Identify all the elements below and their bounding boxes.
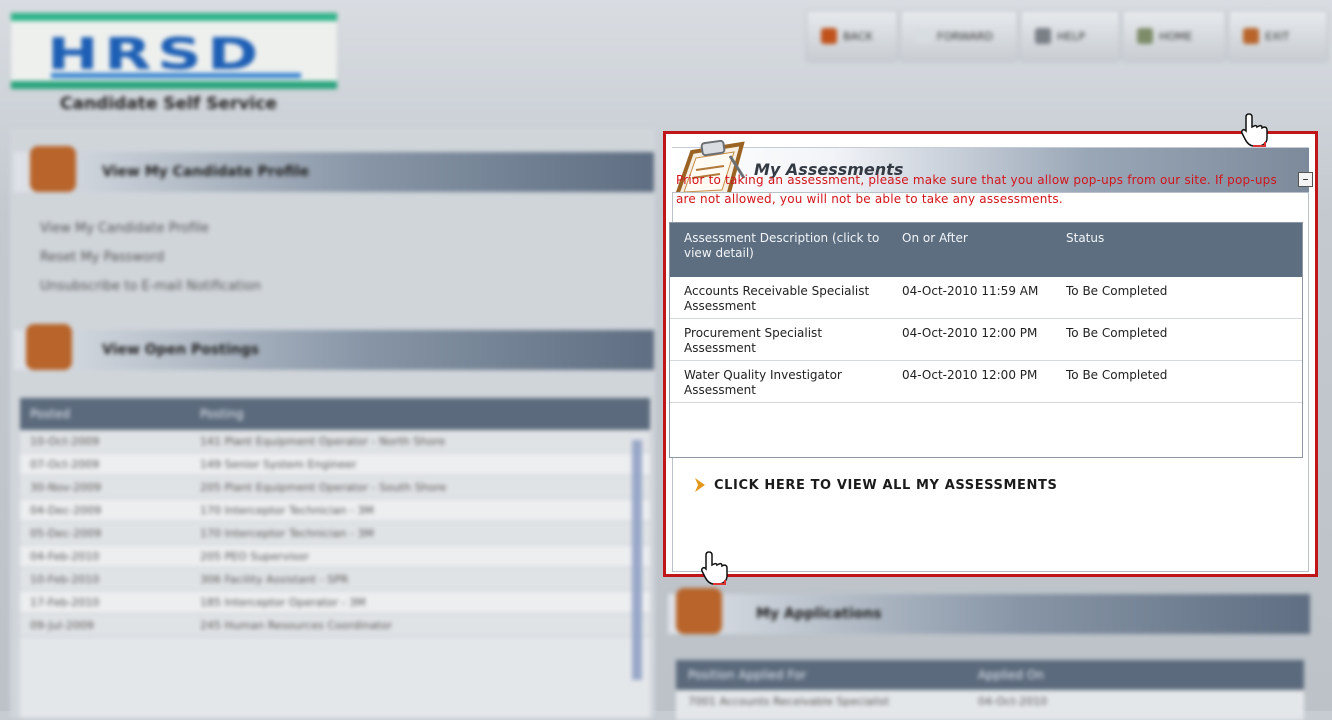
help-button[interactable]: HELP [1020,10,1120,62]
applications-row-position: 7001 Accounts Receivable Specialist [688,694,890,708]
postings-table: Posted Posting 10-Oct-2009 141 Plant Equi… [20,398,650,718]
applications-row[interactable]: 7001 Accounts Receivable Specialist 04-O… [676,690,1304,712]
posting-date: 17-Feb-2010 [30,595,100,609]
profile-section-header[interactable]: View My Candidate Profile [14,152,654,192]
applications-table-header: Position Applied For Applied On [676,660,1304,690]
exit-button-label: EXIT [1265,29,1290,43]
posting-date: 09-Jul-2009 [30,618,94,632]
postings-section-header[interactable]: View Open Postings [14,330,654,370]
assessment-status: To Be Completed [1052,277,1302,319]
assessments-table: Assessment Description (click to view de… [669,222,1303,458]
assessment-date: 04-Oct-2010 12:00 PM [894,360,1052,403]
back-arrow-icon [821,28,837,44]
posting-row[interactable]: 10-Oct-2009 141 Plant Equipment Operator … [20,430,650,453]
posting-row[interactable]: 04-Dec-2009 170 Interceptor Technician - … [20,499,650,522]
back-button-label: BACK [843,29,873,43]
exit-icon [1243,28,1259,44]
applications-col-position: Position Applied For [688,668,807,682]
back-button[interactable]: BACK [806,10,898,62]
toolbar: BACK FORWARD HELP HOME EXIT [798,10,1332,66]
postings-section-title: View Open Postings [102,342,259,358]
home-icon [1137,28,1153,44]
posting-title[interactable]: 141 Plant Equipment Operator - North Sho… [200,435,445,448]
logo-top-stripe [11,13,337,21]
postings-table-header: Posted Posting [20,398,650,430]
chevron-right-icon [695,478,705,492]
view-all-assessments-link[interactable]: CLICK HERE TO VIEW ALL MY ASSESSMENTS [694,477,1057,493]
posting-date: 10-Oct-2009 [30,434,100,448]
assessment-row[interactable]: Accounts Receivable Specialist Assessmen… [670,277,1302,319]
assessment-description[interactable]: Accounts Receivable Specialist Assessmen… [670,277,894,319]
help-button-label: HELP [1057,29,1085,43]
unsubscribe-link[interactable]: Unsubscribe to E-mail Notification [40,279,261,294]
assessment-date: 04-Oct-2010 11:59 AM [894,277,1052,319]
profile-section-title: View My Candidate Profile [102,164,310,180]
forward-button[interactable]: FORWARD [900,10,1018,62]
posting-date: 30-Nov-2009 [30,480,102,494]
assessment-status: To Be Completed [1052,360,1302,403]
posting-date: 05-Dec-2009 [30,526,102,540]
forward-arrow-icon [915,28,931,44]
applications-section-title: My Applications [756,606,882,622]
forward-button-label: FORWARD [937,29,994,43]
my-assessments-panel: My Assessments – Prior to taking an asse… [663,131,1318,577]
postings-col-posted: Posted [30,407,71,421]
postings-col-posting: Posting [200,407,244,421]
assessment-date: 04-Oct-2010 12:00 PM [894,318,1052,361]
app-title: Candidate Self Service [60,94,277,114]
posting-title[interactable]: 245 Human Resources Coordinator [200,619,392,632]
posting-title[interactable]: 149 Senior System Engineer [200,458,357,471]
hand-cursor-icon [1241,113,1268,147]
applications-section-icon [676,588,722,634]
collapse-button[interactable]: – [1298,172,1313,187]
view-all-assessments-label: CLICK HERE TO VIEW ALL MY ASSESSMENTS [714,477,1058,493]
posting-row[interactable]: 07-Oct-2009 149 Senior System Engineer [20,453,650,476]
posting-date: 04-Dec-2009 [30,503,102,517]
hand-pointer-icon [701,551,728,585]
assessment-description[interactable]: Water Quality Investigator Assessment [670,360,894,403]
assessment-status: To Be Completed [1052,318,1302,361]
posting-row[interactable]: 09-Jul-2009 245 Human Resources Coordinat… [20,614,650,637]
applications-section-header[interactable]: My Applications [668,594,1310,634]
posting-title[interactable]: 306 Facility Assistant - SPR [200,573,348,586]
posting-row[interactable]: 10-Feb-2010 306 Facility Assistant - SPR [20,568,650,591]
home-button-label: HOME [1159,29,1193,43]
assessment-row[interactable]: Water Quality Investigator Assessment 04… [670,360,1302,403]
postings-scrollbar[interactable] [632,440,642,680]
applications-row-date: 04-Oct-2010 [978,694,1048,708]
assessments-table-header: Assessment Description (click to view de… [670,223,1302,277]
posting-title[interactable]: 205 PEO Supervisor [200,550,309,563]
col-status: Status [1052,223,1302,277]
applications-col-applied: Applied On [978,668,1044,682]
col-assessment-description: Assessment Description (click to view de… [670,223,894,277]
exit-button[interactable]: EXIT [1228,10,1328,62]
posting-row[interactable]: 17-Feb-2010 185 Interceptor Operator - 3M [20,591,650,614]
posting-row[interactable]: 30-Nov-2009 205 Plant Equipment Operator … [20,476,650,499]
posting-date: 04-Feb-2010 [30,549,100,563]
posting-row[interactable]: 05-Dec-2009 170 Interceptor Technician - … [20,522,650,545]
home-button[interactable]: HOME [1122,10,1226,62]
reset-password-link[interactable]: Reset My Password [40,250,164,265]
logo-bottom-stripe [11,81,337,89]
assessment-row[interactable]: Procurement Specialist Assessment 04-Oct… [670,318,1302,361]
posting-date: 07-Oct-2009 [30,457,100,471]
assessment-description[interactable]: Procurement Specialist Assessment [670,318,894,361]
applications-table: Position Applied For Applied On 7001 Acc… [676,660,1304,720]
help-icon [1035,28,1051,44]
col-on-or-after: On or After [894,223,1052,277]
profile-section-icon [30,146,76,192]
posting-title[interactable]: 170 Interceptor Technician - 3M [200,504,374,517]
postings-section-icon [26,324,72,370]
posting-date: 10-Feb-2010 [30,572,100,586]
view-profile-link[interactable]: View My Candidate Profile [40,221,209,236]
logo-underline [51,73,301,78]
hrsd-logo: HRSD [10,12,338,90]
posting-title[interactable]: 185 Interceptor Operator - 3M [200,596,366,609]
posting-row[interactable]: 04-Feb-2010 205 PEO Supervisor [20,545,650,568]
postings-rows: 10-Oct-2009 141 Plant Equipment Operator … [20,430,650,637]
posting-title[interactable]: 205 Plant Equipment Operator - South Sho… [200,481,446,494]
posting-title[interactable]: 170 Interceptor Technician - 3M [200,527,374,540]
popup-warning-text: Prior to taking an assessment, please ma… [676,173,1277,206]
